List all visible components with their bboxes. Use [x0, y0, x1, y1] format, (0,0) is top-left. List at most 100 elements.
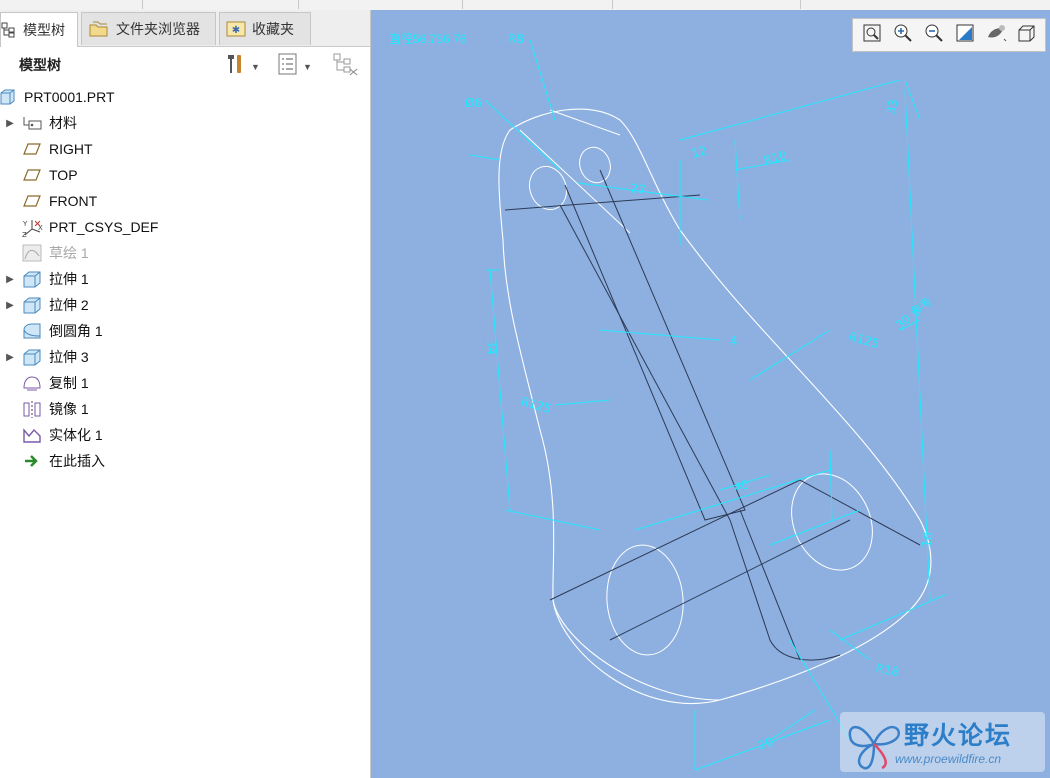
- tree-item[interactable]: 复制 1: [0, 370, 370, 396]
- tab-folder-browser[interactable]: 文件夹浏览器: [81, 12, 216, 45]
- holes: [519, 109, 873, 656]
- extrude-icon: [22, 270, 42, 288]
- round-icon: [22, 322, 42, 340]
- extrude-icon: [22, 296, 42, 314]
- zoom-out-icon: [924, 23, 944, 48]
- watermark-name: 野火论坛: [904, 722, 1013, 750]
- copy-icon: [22, 374, 42, 392]
- tree-item[interactable]: ▶ 拉伸 2: [0, 292, 370, 318]
- display-style-icon: [985, 23, 1007, 48]
- svg-text:✱: ✱: [232, 25, 240, 36]
- tree-item-label: RIGHT: [49, 141, 93, 157]
- svg-text:Y: Y: [22, 220, 28, 228]
- tree-item-label: 草绘 1: [49, 245, 89, 261]
- dim-label: 40: [732, 477, 750, 494]
- mirror-icon: [22, 400, 42, 418]
- measure-readout: 直径56.756 76: [389, 32, 467, 46]
- dim-label: 12: [690, 143, 708, 160]
- datum-plane-icon: [22, 166, 42, 184]
- tab-label: 文件夹浏览器: [116, 21, 200, 37]
- tab-model-tree[interactable]: 模型树: [0, 12, 78, 47]
- tree-item-label: 在此插入: [49, 453, 105, 469]
- extrude-icon: [22, 348, 42, 366]
- dim-label: R10: [762, 148, 788, 168]
- dim-label: 33: [884, 98, 900, 115]
- tab-label: 收藏夹: [252, 21, 294, 37]
- tree-item[interactable]: 草绘 1: [0, 240, 370, 266]
- tree-item[interactable]: ▶ 拉伸 3: [0, 344, 370, 370]
- inner-edges: [504, 169, 921, 661]
- saved-views-button[interactable]: [1014, 22, 1039, 48]
- tree-item[interactable]: 倒圆角 1: [0, 318, 370, 344]
- show-dropdown-button[interactable]: ▼: [278, 53, 312, 80]
- dim-label: R125: [847, 329, 881, 351]
- tab-label: 模型树: [23, 22, 65, 38]
- tools-icon: [224, 53, 246, 80]
- tree-item-label: 倒圆角 1: [49, 323, 103, 339]
- tree-item[interactable]: 镜像 1: [0, 396, 370, 422]
- zoom-in-button[interactable]: [890, 22, 915, 48]
- model-tree-icon: [1, 22, 17, 38]
- part-silhouette: [498, 108, 932, 705]
- datum-plane-icon: [22, 192, 42, 210]
- favorites-icon: ✱: [226, 20, 246, 38]
- insert-here-arrow-icon: [22, 452, 42, 470]
- watermark-logo: 野火论坛 www.proewildfire.cn: [840, 712, 1045, 772]
- tree-item-label: 实体化 1: [49, 427, 103, 443]
- dim-label: 30 参考: [892, 293, 935, 332]
- refit-icon: [862, 23, 882, 48]
- tree-item[interactable]: ▶ 拉伸 1: [0, 266, 370, 292]
- expand-arrow-icon[interactable]: ▶: [5, 274, 15, 285]
- csys-icon: YZX: [22, 218, 43, 239]
- tree-root[interactable]: PRT0001.PRT: [0, 84, 370, 110]
- part-icon: [0, 88, 18, 106]
- repaint-button[interactable]: [952, 22, 977, 48]
- tree-filter-icon: [333, 53, 359, 82]
- tree-item-label: 材料: [49, 115, 77, 131]
- tree-item[interactable]: FRONT: [0, 188, 370, 214]
- tree-item-label: 复制 1: [49, 375, 89, 391]
- zoom-in-icon: [893, 23, 913, 48]
- solidify-icon: [22, 426, 42, 444]
- datum-plane-icon: [22, 140, 42, 158]
- dim-label: R8: [508, 32, 524, 46]
- watermark-url: www.proewildfire.cn: [895, 752, 1002, 766]
- panel-title: 模型树: [19, 57, 61, 73]
- tree-item-label: 镜像 1: [49, 401, 89, 417]
- model-tree-subtoolbar: 模型树 ▼ ▼: [0, 47, 370, 81]
- tree-item[interactable]: 在此插入: [0, 448, 370, 474]
- settings-dropdown-button[interactable]: ▼: [224, 53, 260, 80]
- tree-root-label: PRT0001.PRT: [24, 89, 115, 105]
- view-toolbar: [852, 18, 1046, 52]
- dim-label: 27: [630, 181, 647, 197]
- dimension-labels: R8 Ø6 12 R10 27 33 4 R125 R125 34 30 参考 …: [465, 32, 936, 753]
- tree-item-label: 拉伸 2: [49, 297, 89, 313]
- repaint-icon: [955, 23, 975, 48]
- dim-label: 34: [484, 339, 499, 355]
- list-icon: [278, 53, 298, 80]
- tree-item-label: TOP: [49, 167, 78, 183]
- tree-item[interactable]: RIGHT: [0, 136, 370, 162]
- tree-item[interactable]: 实体化 1: [0, 422, 370, 448]
- tab-favorites[interactable]: ✱ 收藏夹: [219, 12, 311, 45]
- dim-label: 10: [919, 531, 935, 548]
- expand-arrow-icon[interactable]: ▶: [5, 300, 15, 311]
- panel-tabbar: 模型树 文件夹浏览器 ✱ 收藏夹: [0, 10, 370, 47]
- model-drawing: R8 Ø6 12 R10 27 33 4 R125 R125 34 30 参考 …: [465, 32, 946, 771]
- dim-label: 20: [756, 734, 775, 752]
- svg-text:Z: Z: [22, 231, 27, 238]
- sketch-icon: [22, 244, 42, 262]
- zoom-out-button[interactable]: [921, 22, 946, 48]
- display-style-button[interactable]: [983, 22, 1008, 48]
- expand-arrow-icon[interactable]: ▶: [5, 352, 15, 363]
- tree-item[interactable]: TOP: [0, 162, 370, 188]
- chevron-down-icon: ▼: [303, 61, 312, 72]
- tree-item[interactable]: ▶ 材料: [0, 110, 370, 136]
- tree-filter-button[interactable]: [333, 53, 359, 82]
- refit-button[interactable]: [859, 22, 884, 48]
- graphics-window[interactable]: R8 Ø6 12 R10 27 33 4 R125 R125 34 30 参考 …: [371, 10, 1050, 778]
- tree-item[interactable]: Y Z X PRT_CSYS_DEF: [0, 214, 370, 240]
- expand-arrow-icon[interactable]: ▶: [5, 118, 15, 129]
- chevron-down-icon: ▼: [251, 61, 260, 72]
- dim-label: R18: [874, 661, 900, 679]
